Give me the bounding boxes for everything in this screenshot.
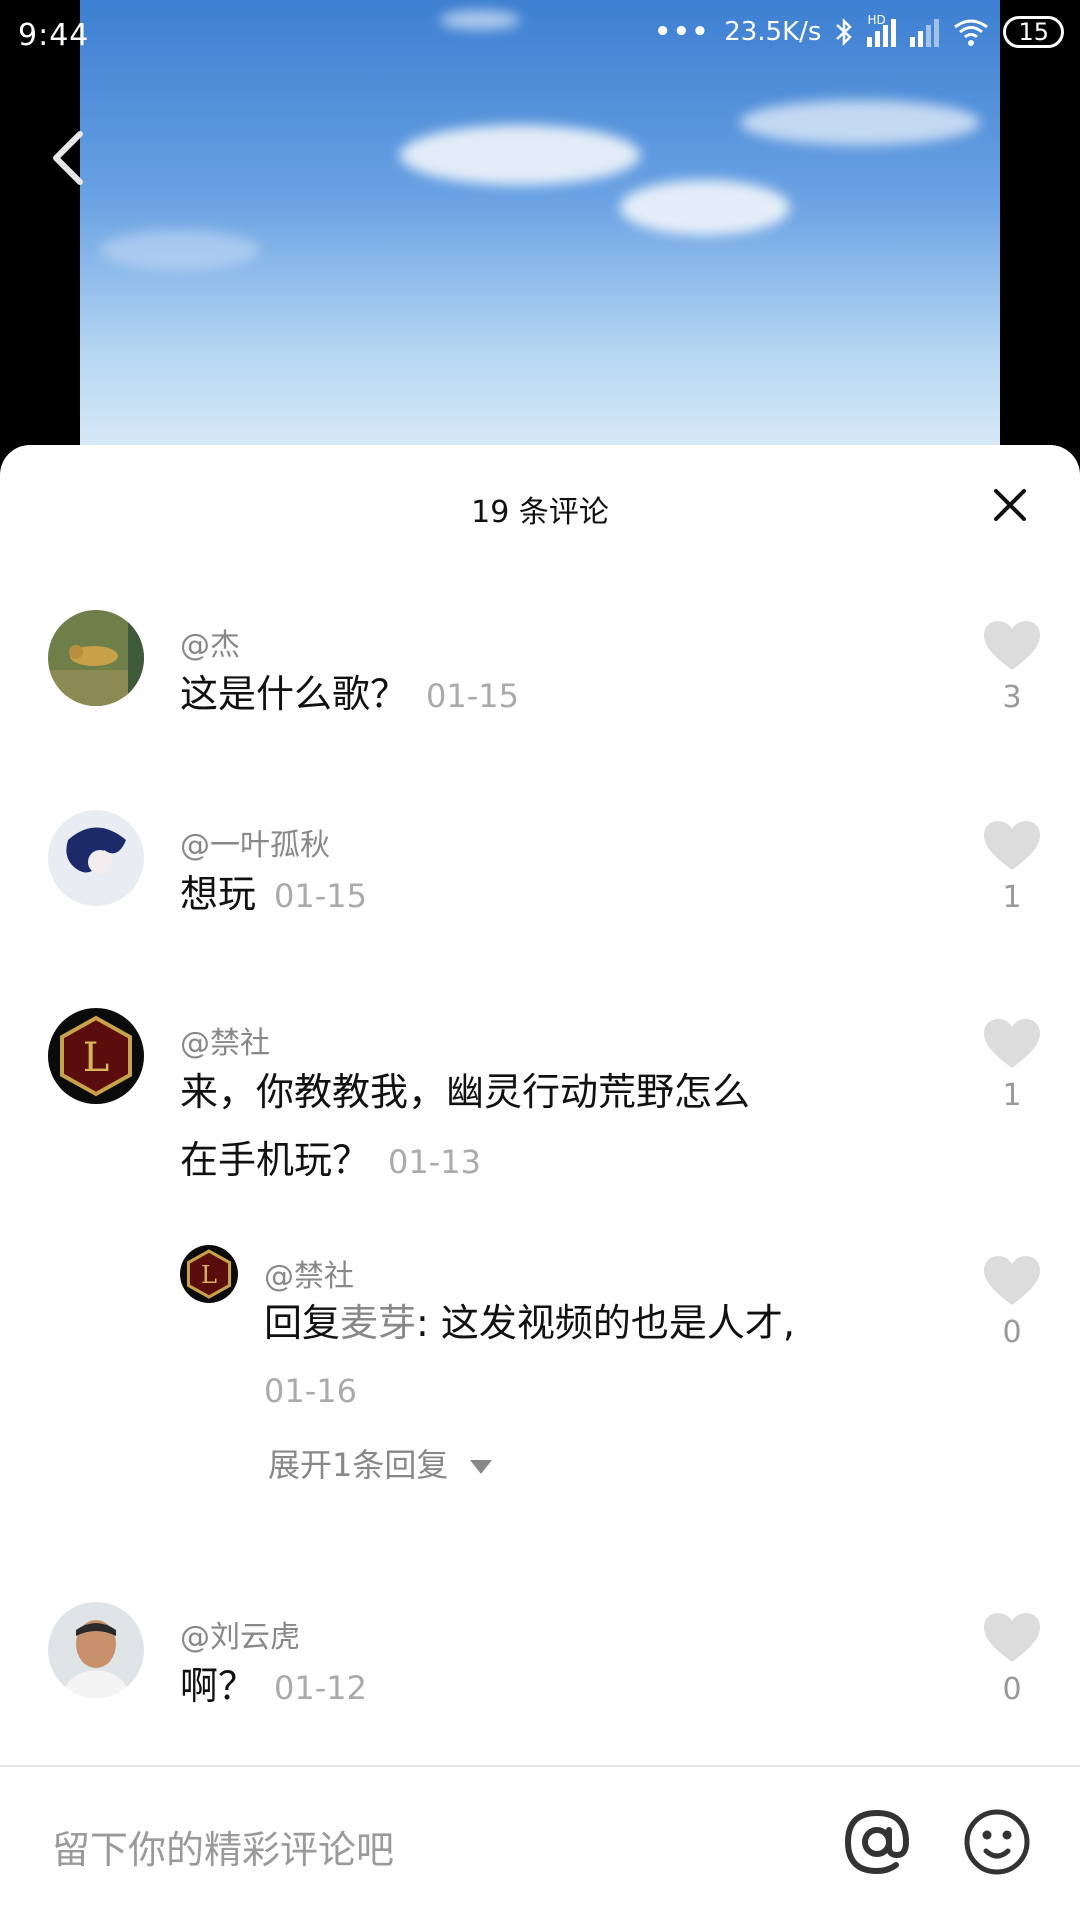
comments-count-title: 19 条评论 [471,495,609,530]
more-dots-icon: ••• [654,17,711,47]
like-button[interactable]: 3 [982,620,1042,715]
avatar[interactable]: L [48,1008,144,1104]
network-speed: 23.5K/s [724,17,822,47]
at-icon[interactable] [842,1807,912,1877]
emoji-icon[interactable] [962,1807,1032,1877]
comment-body: 啊？ [180,1664,257,1708]
close-icon[interactable] [990,485,1030,525]
comment-date: 01-13 [388,1143,481,1181]
like-button[interactable]: 0 [982,1255,1042,1350]
status-bar: 9:44 ••• 23.5K/s HD 15 [0,0,1080,72]
like-button[interactable]: 0 [982,1612,1042,1707]
like-button[interactable]: 1 [982,1018,1042,1113]
expand-replies-label: 展开1条回复 [268,1446,449,1484]
comment-date: 01-15 [274,877,367,915]
status-icons: ••• 23.5K/s HD 15 [654,13,1064,48]
comment-input[interactable]: 留下你的精彩评论吧 [52,1819,394,1874]
comment-author[interactable]: @刘云虎 [180,1612,300,1656]
comment-author[interactable]: @一叶孤秋 [180,820,330,864]
heart-icon [984,1613,1040,1662]
reply-avatar[interactable]: L [180,1245,238,1303]
comment-body: 想玩 [180,872,257,916]
comment-text: 这是什么歌？ 01-15 [180,660,519,730]
comment-body: 这是什么歌？ [180,672,409,716]
like-count: 0 [1002,1315,1022,1350]
like-count: 1 [1002,880,1022,915]
comment-date: 01-12 [274,1669,367,1707]
reply-prefix: 回复 [264,1301,341,1345]
comments-sheet: 19 条评论 @杰 这是什么歌？ 01-15 3 @一叶孤秋 想玩 01-15 … [0,445,1080,1920]
avatar[interactable] [48,1602,144,1698]
like-button[interactable]: 1 [982,820,1042,915]
avatar[interactable] [48,610,144,706]
signal-icon [910,17,940,47]
comment-text: 来，你教教我，幽灵行动荒野怎么 在手机玩？ 01-13 [180,1058,900,1196]
expand-replies-button[interactable]: 展开1条回复 [268,1440,493,1486]
svg-text:L: L [83,1035,110,1081]
reply-date: 01-16 [264,1372,357,1410]
reply-body: : 这发视频的也是人才, [416,1301,795,1345]
comment-body-line1: 来，你教教我，幽灵行动荒野怎么 [180,1070,751,1114]
like-count: 1 [1002,1078,1022,1113]
network-type-label: HD [867,13,886,27]
svg-text:L: L [201,1261,217,1289]
comment-input-bar: 留下你的精彩评论吧 [0,1765,1080,1922]
comment-text: 啊？ 01-12 [180,1652,367,1722]
heart-icon [984,1019,1040,1068]
heart-icon [984,621,1040,670]
comment-body-line2: 在手机玩？ [180,1138,371,1182]
reply-text: 回复麦芽: 这发视频的也是人才, 01-16 [264,1289,904,1425]
triangle-down-icon [469,1460,492,1474]
comment-author[interactable]: @禁社 [180,1018,270,1062]
bluetooth-icon [836,17,853,47]
chevron-left-icon[interactable] [42,128,102,188]
comment-author[interactable]: @杰 [180,620,240,664]
like-count: 3 [1002,680,1022,715]
like-count: 0 [1002,1672,1022,1707]
heart-icon [984,1256,1040,1305]
comment-date: 01-15 [426,677,519,715]
comment-text: 想玩 01-15 [180,860,367,930]
wifi-icon [954,19,989,46]
reply-to-user[interactable]: 麦芽 [340,1301,416,1345]
status-time: 9:44 [18,18,90,53]
heart-icon [984,821,1040,870]
battery-icon: 15 [1003,16,1064,48]
avatar[interactable] [48,810,144,906]
